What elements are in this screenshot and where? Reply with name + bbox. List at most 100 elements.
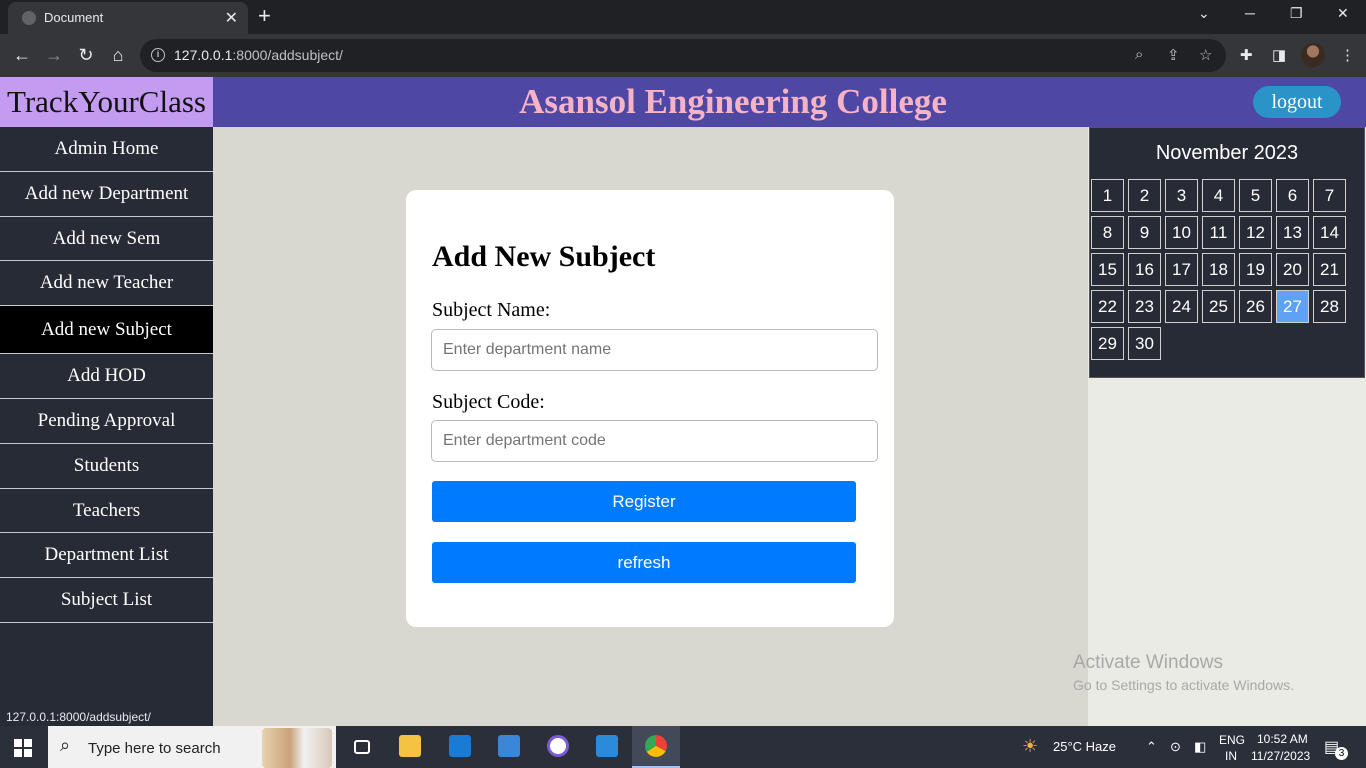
- share-icon[interactable]: ⇪: [1167, 46, 1180, 64]
- mail-icon[interactable]: [436, 726, 484, 768]
- subject-name-label: Subject Name:: [432, 299, 551, 321]
- header-bar: Asansol Engineering College logout: [213, 77, 1366, 127]
- logout-button[interactable]: logout: [1253, 86, 1341, 118]
- file-explorer-icon[interactable]: [386, 726, 434, 768]
- browser-toolbar: ← → ↻ ⌂ i 127.0.0.1:8000/addsubject/ ⌕ ⇪…: [0, 34, 1366, 77]
- calendar-day[interactable]: 22: [1091, 290, 1124, 323]
- clock-date[interactable]: 11/27/2023: [1251, 749, 1310, 763]
- sidebar-item-subject-list[interactable]: Subject List: [0, 578, 213, 623]
- language-region[interactable]: IN: [1225, 749, 1237, 763]
- sidebar-item-add-new-subject[interactable]: Add new Subject: [0, 306, 213, 355]
- calendar-day[interactable]: 11: [1202, 216, 1235, 249]
- new-tab-icon[interactable]: +: [258, 4, 271, 28]
- tab-search-icon[interactable]: ⌄: [1198, 5, 1210, 22]
- calendar-day[interactable]: 29: [1091, 327, 1124, 360]
- sidebar-item-add-new-sem[interactable]: Add new Sem: [0, 217, 213, 262]
- calendar-day[interactable]: 12: [1239, 216, 1272, 249]
- activate-windows-title: Activate Windows: [1073, 652, 1223, 673]
- close-tab-icon[interactable]: ✕: [225, 8, 238, 28]
- video-editor-icon[interactable]: [485, 726, 533, 768]
- back-arrow-icon[interactable]: ←: [10, 43, 34, 67]
- calendar-day[interactable]: 19: [1239, 253, 1272, 286]
- calendar-day[interactable]: 21: [1313, 253, 1346, 286]
- sidebar-item-pending-approval[interactable]: Pending Approval: [0, 399, 213, 444]
- zoom-icon[interactable]: ⌕: [1135, 46, 1143, 63]
- address-bar[interactable]: i 127.0.0.1:8000/addsubject/ ⌕ ⇪ ☆: [140, 39, 1226, 72]
- bookmark-star-icon[interactable]: ☆: [1199, 46, 1212, 64]
- subject-name-input[interactable]: [431, 329, 878, 371]
- notification-count-badge: 3: [1335, 747, 1348, 760]
- menu-kebab-icon[interactable]: ⋮: [1340, 46, 1355, 64]
- calendar-day[interactable]: 27: [1276, 290, 1309, 323]
- calendar-day[interactable]: 3: [1165, 179, 1198, 212]
- calendar-day[interactable]: 14: [1313, 216, 1346, 249]
- weather-sun-icon[interactable]: ☀: [1022, 736, 1038, 757]
- sidebar-item-department-list[interactable]: Department List: [0, 533, 213, 579]
- globe-icon: [22, 11, 36, 25]
- calendar-day[interactable]: 26: [1239, 290, 1272, 323]
- task-view-icon[interactable]: [338, 726, 386, 768]
- status-bar-url: 127.0.0.1:8000/addsubject/: [0, 708, 157, 726]
- calendar-day[interactable]: 28: [1313, 290, 1346, 323]
- side-panel-icon[interactable]: ◨: [1272, 46, 1286, 64]
- calendar-day[interactable]: 8: [1091, 216, 1124, 249]
- brand-name: TrackYourClass: [7, 84, 206, 119]
- calendar-day[interactable]: 4: [1202, 179, 1235, 212]
- refresh-button[interactable]: refresh: [432, 542, 856, 583]
- calendar-day[interactable]: 20: [1276, 253, 1309, 286]
- browser-tab[interactable]: Document ✕: [8, 2, 248, 34]
- calendar-day[interactable]: 17: [1165, 253, 1198, 286]
- close-window-icon[interactable]: ✕: [1337, 5, 1349, 22]
- weather-text[interactable]: 25°C Haze: [1053, 739, 1116, 754]
- calendar-day[interactable]: 23: [1128, 290, 1161, 323]
- calendar-day[interactable]: 30: [1128, 327, 1161, 360]
- calendar-widget: November 2023 1 2 3 4 5 6 7 8 9 10 11 12 13 14 15 16 17 1…: [1089, 127, 1365, 378]
- chrome-icon[interactable]: [632, 726, 680, 768]
- calendar-day[interactable]: 7: [1313, 179, 1346, 212]
- tab-title: Document: [44, 10, 104, 25]
- calendar-day[interactable]: 13: [1276, 216, 1309, 249]
- sidebar-item-admin-home[interactable]: Admin Home: [0, 127, 213, 172]
- calendar-day[interactable]: 16: [1128, 253, 1161, 286]
- subject-code-input[interactable]: [431, 420, 878, 462]
- sidebar-item-add-new-department[interactable]: Add new Department: [0, 172, 213, 217]
- brand-logo-area: TrackYourClass: [0, 77, 213, 127]
- calendar-day[interactable]: 2: [1128, 179, 1161, 212]
- windows-start-icon[interactable]: [14, 739, 32, 757]
- clock-time[interactable]: 10:52 AM: [1257, 732, 1308, 746]
- sidebar-item-students[interactable]: Students: [0, 444, 213, 489]
- minimize-icon[interactable]: ─: [1245, 5, 1255, 21]
- sidebar-item-add-new-teacher[interactable]: Add new Teacher: [0, 261, 213, 307]
- taskbar-search-box[interactable]: ⌕ Type here to search: [48, 726, 336, 768]
- reload-icon[interactable]: ↻: [74, 43, 98, 67]
- media-player-icon[interactable]: [534, 726, 582, 768]
- sidebar-item-add-hod[interactable]: Add HOD: [0, 354, 213, 399]
- form-title: Add New Subject: [432, 240, 656, 273]
- site-info-icon[interactable]: i: [151, 48, 165, 62]
- vscode-icon[interactable]: [583, 726, 631, 768]
- network-icon[interactable]: ⊙: [1170, 739, 1181, 755]
- forward-arrow-icon[interactable]: →: [42, 43, 66, 67]
- calendar-day[interactable]: 1: [1091, 179, 1124, 212]
- calendar-day[interactable]: 15: [1091, 253, 1124, 286]
- url-host: 127.0.0.1: [174, 47, 233, 63]
- calendar-day[interactable]: 25: [1202, 290, 1235, 323]
- activate-windows-subtitle: Go to Settings to activate Windows.: [1073, 677, 1294, 693]
- calendar-day[interactable]: 24: [1165, 290, 1198, 323]
- calendar-day[interactable]: 5: [1239, 179, 1272, 212]
- volume-icon[interactable]: ◧: [1194, 739, 1206, 755]
- calendar-day[interactable]: 6: [1276, 179, 1309, 212]
- calendar-day[interactable]: 9: [1128, 216, 1161, 249]
- calendar-day[interactable]: 18: [1202, 253, 1235, 286]
- search-icon: ⌕: [60, 735, 71, 755]
- language-code[interactable]: ENG: [1219, 733, 1245, 747]
- browser-tab-strip: Document ✕ + ⌄ ─ ❐ ✕: [0, 0, 1366, 34]
- tray-chevron-icon[interactable]: ⌃: [1146, 739, 1157, 755]
- register-button[interactable]: Register: [432, 481, 856, 522]
- home-icon[interactable]: ⌂: [106, 43, 130, 67]
- calendar-day[interactable]: 10: [1165, 216, 1198, 249]
- restore-icon[interactable]: ❐: [1290, 5, 1303, 22]
- sidebar-item-teachers[interactable]: Teachers: [0, 489, 213, 534]
- extensions-puzzle-icon[interactable]: ✚: [1240, 46, 1253, 64]
- profile-avatar[interactable]: [1301, 43, 1325, 67]
